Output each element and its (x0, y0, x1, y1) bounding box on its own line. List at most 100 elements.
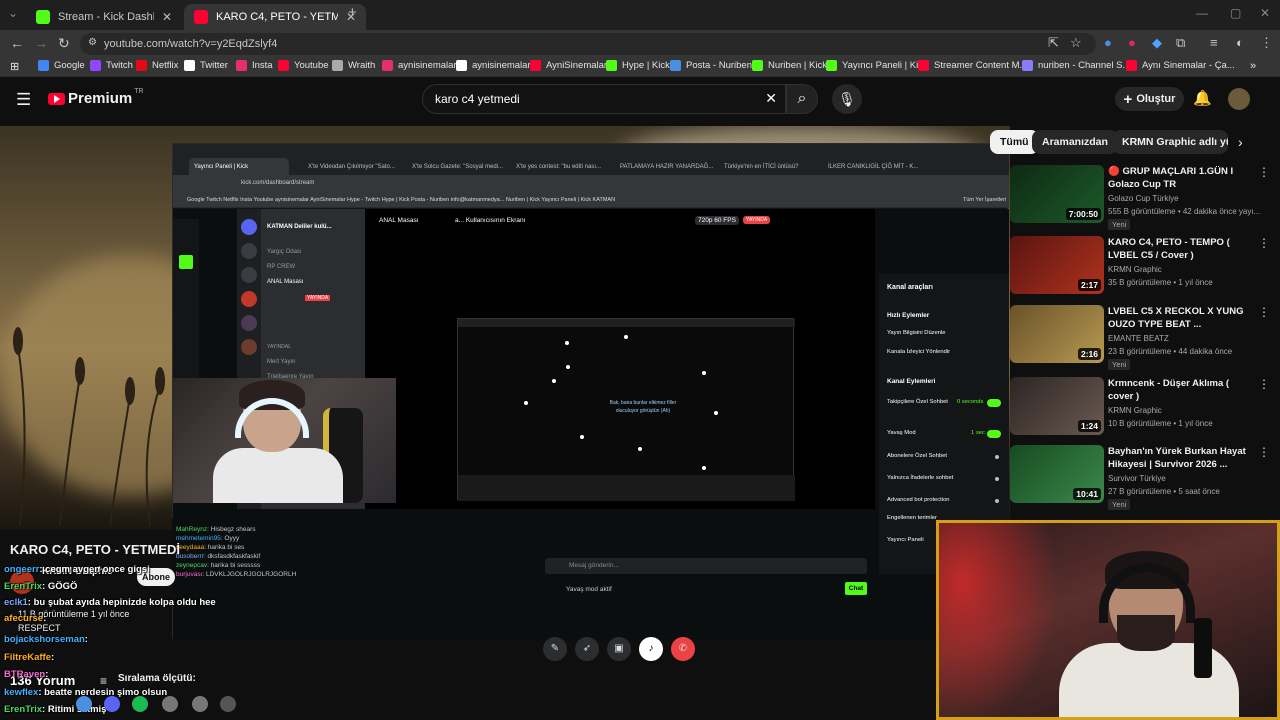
new-badge: Yeni (1108, 499, 1131, 510)
recommended-video[interactable]: 10:41 Bayhan'ın Yürek Burkan Hayat Hikay… (1010, 445, 1270, 510)
clear-search-icon[interactable]: ✕ (765, 90, 777, 107)
send-chat-button[interactable]: Chat (845, 582, 867, 595)
browser-tab-youtube[interactable]: KARO C4, PETO - YETMEDİ ( LV... ✕ (184, 4, 366, 30)
bookmark-item[interactable]: Streamer Content M... (918, 60, 1027, 71)
hamburger-menu-icon[interactable]: ☰ (16, 90, 31, 110)
emote-only-chat-row[interactable]: Yalnızca İfadelerle sohbet (887, 475, 1001, 481)
bookmark-star-icon[interactable]: ☆ (1070, 35, 1082, 51)
taskbar-browser-icon[interactable] (76, 696, 92, 712)
forward-icon[interactable]: → (34, 35, 48, 51)
row-label: Advanced bot protection (887, 497, 950, 503)
media-control-icon[interactable]: ≡ (1210, 35, 1218, 50)
disconnect-icon[interactable]: ✆ (671, 637, 695, 661)
taskbar-app-icon[interactable] (162, 696, 178, 712)
microphone-icon[interactable]: ♪ (639, 637, 663, 661)
browser-menu-icon[interactable]: ⋮ (1260, 35, 1273, 51)
bookmark-item[interactable]: Hype | Kick (606, 60, 670, 71)
video-meta: 35 B görüntüleme • 1 yıl önce (1108, 278, 1213, 287)
followers-only-chat-row[interactable]: Takipçilere Özel Sohbet 0 seconds (887, 399, 1001, 407)
bookmark-item[interactable]: Google (38, 60, 85, 71)
extensions-puzzle-icon[interactable]: ⧉ (1176, 35, 1185, 51)
slow-mode-row[interactable]: Yavaş Mod 1 sec (887, 430, 1001, 438)
toggle-switch[interactable] (987, 453, 1001, 461)
edit-stream-info-link[interactable]: Yayın Bilgisini Düzenle (887, 330, 1001, 336)
bot-protection-row[interactable]: Advanced bot protection (887, 497, 1001, 503)
bookmark-item[interactable]: Insta (236, 60, 273, 71)
voice-search-button[interactable]: 🎙 (832, 84, 862, 114)
bookmark-item[interactable]: AyniSinemalar (530, 60, 607, 71)
tab-search-icon[interactable]: ⌄ (8, 6, 18, 20)
extension-icon[interactable]: ● (1128, 35, 1136, 50)
profile-icon[interactable]: ◐ (1236, 35, 1244, 50)
more-actions-icon[interactable]: ⋮ (1258, 165, 1270, 179)
shared-window-topbar (458, 319, 795, 327)
bookmark-item[interactable]: aynisinemalar (456, 60, 531, 71)
inner-tab: X'te Solcu Gazete: "Sosyal medi... (407, 158, 507, 175)
search-button[interactable]: ⌕ (786, 84, 818, 114)
search-input[interactable]: karo c4 yetmedi ✕ (422, 84, 786, 114)
address-bar[interactable]: ⚙ youtube.com/watch?v=y2EqdZslyf4 (80, 33, 1096, 55)
taskbar-app-icon[interactable] (192, 696, 208, 712)
redirect-viewers-link[interactable]: Kanala İzleyici Yönlendir (887, 349, 1001, 355)
screen-share-icon[interactable]: ▣ (607, 637, 631, 661)
rocket-icon[interactable]: ➶ (575, 637, 599, 661)
chip-from-search[interactable]: Aramanızdan (1032, 130, 1118, 154)
video-thumbnail: 1:24 (1010, 377, 1104, 435)
row-label: Yavaş Mod (887, 430, 916, 436)
more-actions-icon[interactable]: ⋮ (1258, 305, 1270, 319)
notifications-bell-icon[interactable]: 🔔 (1193, 89, 1212, 107)
close-tab-icon[interactable]: ✕ (162, 10, 172, 24)
bookmark-item[interactable]: Posta - Nuriben (670, 60, 752, 71)
site-info-icon[interactable]: ⚙ (88, 37, 97, 48)
toggle-switch[interactable] (987, 430, 1001, 438)
toggle-switch[interactable] (987, 475, 1001, 483)
more-actions-icon[interactable]: ⋮ (1258, 445, 1270, 459)
recommended-video[interactable]: 2:17 KARO C4, PETO - TEMPO ( LVBEL C5 / … (1010, 236, 1270, 300)
back-icon[interactable]: ← (10, 35, 24, 51)
close-window-icon[interactable]: ✕ (1260, 6, 1270, 20)
youtube-logo[interactable]: Premium TR (48, 88, 144, 107)
chevron-right-icon[interactable]: › (1238, 134, 1243, 150)
extension-shield-icon[interactable]: ◆ (1152, 35, 1162, 51)
search-value: karo c4 yetmedi (435, 92, 520, 106)
toggle-switch[interactable] (987, 399, 1001, 407)
toggle-switch[interactable] (987, 497, 1001, 505)
camera-off-icon[interactable]: ✎ (543, 637, 567, 661)
recommended-video[interactable]: 7:00:50 🔴 GRUP MAÇLARI 1.GÜN I Golazo Cu… (1010, 165, 1270, 230)
bookmark-item[interactable]: Yayıncı Paneli | Kick (826, 60, 928, 71)
subscribers-only-chat-row[interactable]: Abonelere Özel Sohbet (887, 453, 1001, 459)
taskbar-obs-icon[interactable] (220, 696, 236, 712)
more-bookmarks-icon[interactable]: » (1250, 60, 1256, 72)
create-button[interactable]: + Oluştur (1115, 87, 1184, 111)
browser-tab-kick-dashboard[interactable]: Stream - Kick Dashboard ✕ (26, 4, 182, 30)
recommended-video[interactable]: 1:24 Krmncenk - Düşer Aklıma ( cover ) K… (1010, 377, 1270, 441)
overlay-text: : cegm avgen once gigsi (39, 564, 150, 575)
reload-icon[interactable]: ↻ (58, 35, 70, 52)
extension-icon[interactable]: ● (1104, 35, 1112, 50)
bookmark-favicon-icon (530, 60, 541, 71)
overlay-text: : (84, 634, 88, 645)
bookmark-item[interactable]: Nuriben | Kick (752, 60, 827, 71)
video-channel: KRMN Graphic (1108, 265, 1162, 274)
chat-message-input[interactable]: Mesaj gönderin... (545, 558, 867, 574)
bookmark-item[interactable]: nuriben - Channel S... (1022, 60, 1130, 71)
bookmark-item[interactable]: Twitter (184, 60, 228, 71)
bookmark-item[interactable]: aynisinemalar (382, 60, 457, 71)
recommended-video[interactable]: 2:16 LVBEL C5 X RECKOL X YUNG OUZO TYPE … (1010, 305, 1270, 370)
taskbar-spotify-icon[interactable] (132, 696, 148, 712)
bookmark-item[interactable]: Wraith (332, 60, 375, 71)
install-app-icon[interactable]: ⇱ (1048, 35, 1059, 51)
taskbar-discord-icon[interactable] (104, 696, 120, 712)
bookmark-item[interactable]: Twitch (90, 60, 133, 71)
more-actions-icon[interactable]: ⋮ (1258, 377, 1270, 391)
new-tab-icon[interactable]: + (348, 4, 357, 21)
minimize-icon[interactable]: — (1196, 6, 1208, 20)
more-actions-icon[interactable]: ⋮ (1258, 236, 1270, 250)
bookmark-item[interactable]: Youtube (278, 60, 329, 71)
chip-channel-uploads[interactable]: KRMN Graphic adlı yükle (1112, 130, 1228, 154)
account-avatar[interactable] (1228, 88, 1250, 110)
maximize-icon[interactable]: ▢ (1230, 6, 1241, 20)
bookmark-item[interactable]: Netflix (136, 60, 178, 71)
apps-grid-icon[interactable]: ⊞ (10, 60, 19, 73)
bookmark-item[interactable]: Aynı Sinemalar - Ça... (1126, 60, 1235, 71)
